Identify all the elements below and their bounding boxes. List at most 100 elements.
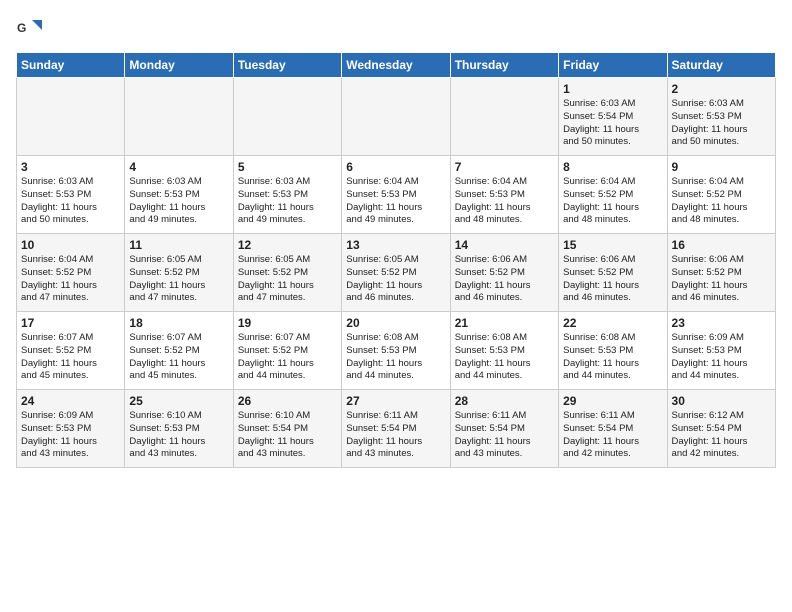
calendar-cell: 16Sunrise: 6:06 AMSunset: 5:52 PMDayligh… [667, 234, 775, 312]
day-info: Sunrise: 6:10 AM [129, 410, 228, 423]
day-info: Sunrise: 6:09 AM [21, 410, 120, 423]
calendar-cell: 20Sunrise: 6:08 AMSunset: 5:53 PMDayligh… [342, 312, 450, 390]
day-info: Daylight: 11 hours [563, 358, 662, 371]
day-info: and 42 minutes. [672, 448, 771, 461]
day-info: Sunset: 5:54 PM [238, 423, 337, 436]
day-info: and 44 minutes. [672, 370, 771, 383]
day-number: 16 [672, 238, 771, 252]
day-info: Daylight: 11 hours [672, 358, 771, 371]
calendar-cell: 27Sunrise: 6:11 AMSunset: 5:54 PMDayligh… [342, 390, 450, 468]
day-number: 2 [672, 82, 771, 96]
week-row-2: 3Sunrise: 6:03 AMSunset: 5:53 PMDaylight… [17, 156, 776, 234]
day-info: Sunset: 5:52 PM [129, 267, 228, 280]
logo-icon: G [16, 16, 44, 44]
day-info: Sunset: 5:53 PM [455, 345, 554, 358]
day-info: Daylight: 11 hours [129, 358, 228, 371]
day-info: Sunset: 5:53 PM [21, 423, 120, 436]
day-info: Daylight: 11 hours [563, 436, 662, 449]
day-info: Daylight: 11 hours [563, 280, 662, 293]
day-number: 29 [563, 394, 662, 408]
day-info: and 43 minutes. [21, 448, 120, 461]
day-info: Sunrise: 6:04 AM [455, 176, 554, 189]
day-number: 14 [455, 238, 554, 252]
day-info: Sunrise: 6:04 AM [346, 176, 445, 189]
calendar-cell [17, 78, 125, 156]
calendar-cell: 19Sunrise: 6:07 AMSunset: 5:52 PMDayligh… [233, 312, 341, 390]
day-info: and 48 minutes. [563, 214, 662, 227]
day-info: Sunset: 5:53 PM [672, 345, 771, 358]
day-number: 23 [672, 316, 771, 330]
day-info: and 47 minutes. [21, 292, 120, 305]
calendar-cell: 6Sunrise: 6:04 AMSunset: 5:53 PMDaylight… [342, 156, 450, 234]
day-info: and 49 minutes. [129, 214, 228, 227]
calendar-cell: 12Sunrise: 6:05 AMSunset: 5:52 PMDayligh… [233, 234, 341, 312]
day-info: Sunset: 5:52 PM [21, 345, 120, 358]
calendar-cell: 7Sunrise: 6:04 AMSunset: 5:53 PMDaylight… [450, 156, 558, 234]
day-info: Sunrise: 6:05 AM [129, 254, 228, 267]
day-info: Daylight: 11 hours [21, 202, 120, 215]
day-info: Sunrise: 6:08 AM [346, 332, 445, 345]
day-info: Daylight: 11 hours [346, 280, 445, 293]
day-number: 17 [21, 316, 120, 330]
calendar-cell: 17Sunrise: 6:07 AMSunset: 5:52 PMDayligh… [17, 312, 125, 390]
day-info: Sunrise: 6:03 AM [672, 98, 771, 111]
svg-text:G: G [17, 21, 26, 35]
header-sunday: Sunday [17, 53, 125, 78]
day-info: Sunset: 5:54 PM [455, 423, 554, 436]
day-info: and 42 minutes. [563, 448, 662, 461]
day-info: Sunrise: 6:03 AM [238, 176, 337, 189]
day-info: Daylight: 11 hours [21, 436, 120, 449]
calendar-cell: 24Sunrise: 6:09 AMSunset: 5:53 PMDayligh… [17, 390, 125, 468]
day-info: and 44 minutes. [455, 370, 554, 383]
day-info: Daylight: 11 hours [455, 280, 554, 293]
calendar-cell: 18Sunrise: 6:07 AMSunset: 5:52 PMDayligh… [125, 312, 233, 390]
day-number: 20 [346, 316, 445, 330]
calendar-cell: 8Sunrise: 6:04 AMSunset: 5:52 PMDaylight… [559, 156, 667, 234]
calendar-cell: 28Sunrise: 6:11 AMSunset: 5:54 PMDayligh… [450, 390, 558, 468]
day-info: Sunset: 5:52 PM [21, 267, 120, 280]
day-number: 1 [563, 82, 662, 96]
header-monday: Monday [125, 53, 233, 78]
calendar-header-row: SundayMondayTuesdayWednesdayThursdayFrid… [17, 53, 776, 78]
day-info: Sunrise: 6:04 AM [563, 176, 662, 189]
day-info: Daylight: 11 hours [672, 280, 771, 293]
day-info: and 43 minutes. [346, 448, 445, 461]
calendar-cell: 9Sunrise: 6:04 AMSunset: 5:52 PMDaylight… [667, 156, 775, 234]
day-number: 12 [238, 238, 337, 252]
day-number: 5 [238, 160, 337, 174]
day-info: Sunset: 5:52 PM [238, 267, 337, 280]
day-info: Sunset: 5:52 PM [129, 345, 228, 358]
day-number: 26 [238, 394, 337, 408]
day-number: 8 [563, 160, 662, 174]
day-info: and 45 minutes. [129, 370, 228, 383]
day-info: Sunrise: 6:11 AM [563, 410, 662, 423]
week-row-4: 17Sunrise: 6:07 AMSunset: 5:52 PMDayligh… [17, 312, 776, 390]
calendar-cell [342, 78, 450, 156]
day-info: Daylight: 11 hours [455, 202, 554, 215]
calendar-cell: 10Sunrise: 6:04 AMSunset: 5:52 PMDayligh… [17, 234, 125, 312]
day-info: Sunrise: 6:03 AM [129, 176, 228, 189]
calendar-cell: 4Sunrise: 6:03 AMSunset: 5:53 PMDaylight… [125, 156, 233, 234]
day-info: Sunrise: 6:11 AM [346, 410, 445, 423]
day-info: and 50 minutes. [563, 136, 662, 149]
day-info: and 44 minutes. [563, 370, 662, 383]
day-info: Sunset: 5:53 PM [129, 189, 228, 202]
day-info: Sunrise: 6:06 AM [672, 254, 771, 267]
calendar-cell: 5Sunrise: 6:03 AMSunset: 5:53 PMDaylight… [233, 156, 341, 234]
day-info: Sunrise: 6:04 AM [21, 254, 120, 267]
header-wednesday: Wednesday [342, 53, 450, 78]
day-info: Sunrise: 6:05 AM [238, 254, 337, 267]
day-info: and 50 minutes. [21, 214, 120, 227]
week-row-5: 24Sunrise: 6:09 AMSunset: 5:53 PMDayligh… [17, 390, 776, 468]
day-info: Daylight: 11 hours [238, 202, 337, 215]
day-number: 13 [346, 238, 445, 252]
day-info: and 43 minutes. [238, 448, 337, 461]
day-info: Sunset: 5:52 PM [563, 189, 662, 202]
day-info: and 46 minutes. [346, 292, 445, 305]
day-info: Sunset: 5:52 PM [672, 189, 771, 202]
day-info: Daylight: 11 hours [455, 436, 554, 449]
calendar-cell: 30Sunrise: 6:12 AMSunset: 5:54 PMDayligh… [667, 390, 775, 468]
day-info: and 49 minutes. [238, 214, 337, 227]
day-info: Sunset: 5:53 PM [346, 345, 445, 358]
calendar-cell: 1Sunrise: 6:03 AMSunset: 5:54 PMDaylight… [559, 78, 667, 156]
